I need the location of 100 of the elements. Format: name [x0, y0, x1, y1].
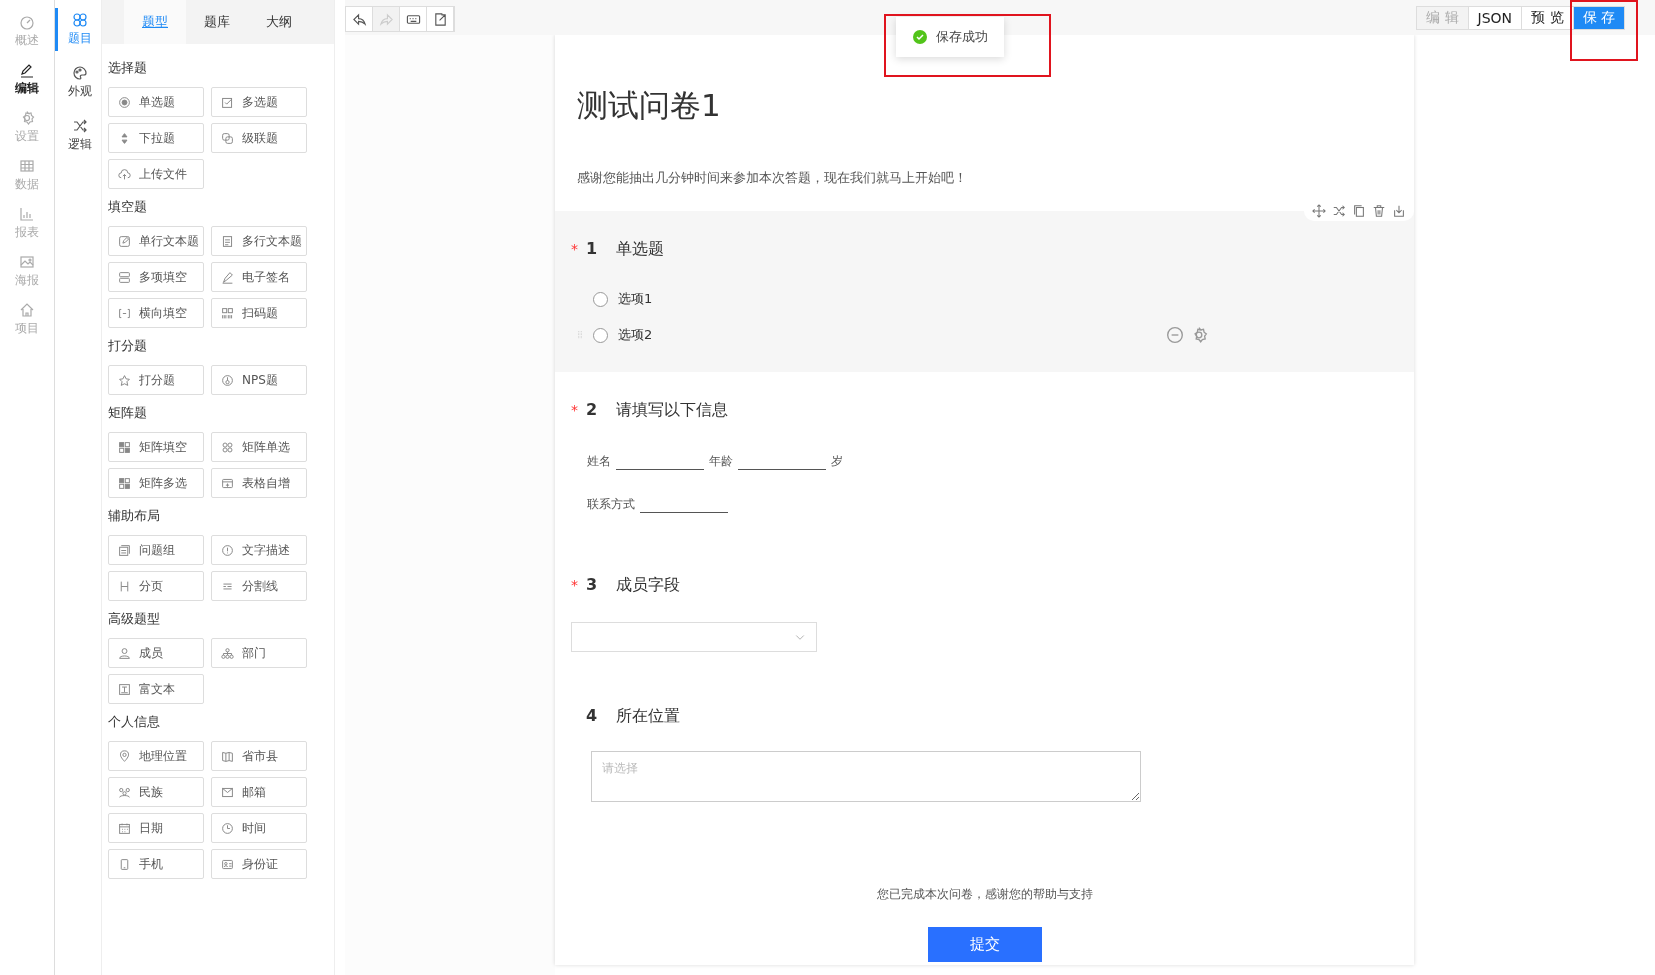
radio-button[interactable] — [593, 291, 608, 307]
question-type-button[interactable]: 级联题 — [211, 123, 307, 153]
pen-icon — [19, 62, 35, 78]
group-heading: 辅助布局 — [108, 507, 161, 525]
question-title: 所在位置 — [616, 706, 680, 727]
panel-tab[interactable]: 题库 — [186, 0, 248, 44]
bar-chart-icon — [19, 206, 35, 222]
question-type-button[interactable]: 省市县 — [211, 741, 307, 771]
option-label: 选项2 — [618, 326, 654, 344]
question-title: 成员字段 — [616, 575, 680, 596]
question-type-button[interactable]: 单行文本题 — [108, 226, 204, 256]
question-type-button[interactable]: 日期 — [108, 813, 204, 843]
shuffle-icon — [1332, 204, 1346, 218]
option-label: 选项1 — [618, 290, 654, 308]
question-type-button[interactable]: 地理位置 — [108, 741, 204, 771]
document-icon — [221, 234, 234, 248]
dropdown-field[interactable] — [571, 622, 817, 652]
shuffle-icon — [71, 118, 88, 134]
question-type-button[interactable]: 部门 — [211, 638, 307, 668]
question-number: 3 — [586, 575, 599, 594]
question-number: 1 — [586, 239, 599, 258]
export-icon — [432, 11, 448, 27]
group-heading: 个人信息 — [108, 713, 161, 731]
user-icon — [118, 646, 131, 660]
copy-icon — [1352, 204, 1366, 218]
question-type-button[interactable]: 扫码题 — [211, 298, 307, 328]
dial-icon — [221, 373, 234, 387]
submit-button[interactable]: 提交 — [927, 927, 1042, 962]
radio-button[interactable] — [593, 327, 608, 343]
radio-icon — [118, 95, 131, 109]
question-number: 2 — [586, 400, 599, 419]
question-type-button[interactable]: 横向填空 — [108, 298, 204, 328]
drag-handle-icon — [575, 329, 585, 340]
field-label: 年龄 — [709, 453, 733, 470]
sub-nav-item[interactable]: 逻辑 — [55, 114, 101, 157]
question-number: 4 — [586, 706, 599, 725]
phone-icon — [118, 857, 131, 871]
required-mark: * — [571, 577, 578, 593]
grid-icon — [118, 476, 131, 490]
question-type-button[interactable]: 手机 — [108, 849, 204, 879]
star-icon — [118, 373, 131, 387]
question-type-button[interactable]: 上传文件 — [108, 159, 204, 189]
image-icon — [19, 254, 35, 270]
required-mark: * — [571, 241, 578, 257]
question-type-button[interactable]: 矩阵单选 — [211, 432, 307, 462]
bracket-icon — [118, 306, 131, 320]
stacked-rows-icon — [118, 270, 131, 284]
question-type-button[interactable]: 下拉题 — [108, 123, 204, 153]
pen-icon — [221, 270, 234, 284]
toast-message: 保存成功 — [936, 28, 988, 46]
question-type-button[interactable]: 分页 — [108, 571, 204, 601]
panel-tab[interactable]: 大纲 — [248, 0, 310, 44]
question-type-button[interactable]: 矩阵多选 — [108, 468, 204, 498]
survey-title: 测试问卷1 — [577, 86, 721, 125]
palette-icon — [71, 65, 88, 81]
field-label: 岁 — [831, 453, 843, 470]
people-icon — [118, 785, 131, 799]
question-type-button[interactable]: 文字描述 — [211, 535, 307, 565]
sort-arrows-icon — [118, 131, 131, 145]
question-type-button[interactable]: 邮箱 — [211, 777, 307, 807]
edit-icon — [118, 234, 131, 248]
clock-icon — [221, 821, 234, 835]
action-button[interactable]: 预 览 — [1522, 7, 1574, 29]
survey-description: 感谢您能抽出几分钟时间来参加本次答题，现在我们就马上开始吧！ — [576, 169, 968, 187]
question-type-button[interactable]: 成员 — [108, 638, 204, 668]
page-break-icon — [118, 579, 131, 593]
required-mark: * — [571, 402, 578, 418]
group-heading: 打分题 — [108, 337, 148, 355]
sub-nav-item[interactable]: 外观 — [55, 61, 101, 104]
move-icon — [1312, 204, 1326, 218]
question-type-button[interactable]: 打分题 — [108, 365, 204, 395]
question-type-button[interactable]: 身份证 — [211, 849, 307, 879]
id-card-icon — [221, 857, 234, 871]
question-type-button[interactable]: 时间 — [211, 813, 307, 843]
highlight-frame — [1570, 0, 1638, 61]
trash-icon — [1372, 204, 1386, 218]
action-button[interactable]: JSON — [1468, 7, 1523, 29]
question-type-button[interactable]: 电子签名 — [211, 262, 307, 292]
input-field[interactable]: 请选择 — [591, 751, 1141, 802]
question-type-button[interactable]: 表格自增 — [211, 468, 307, 498]
group-heading: 矩阵题 — [108, 404, 148, 422]
question-type-button[interactable]: 矩阵填空 — [108, 432, 204, 462]
calendar-icon — [118, 821, 131, 835]
question-type-button[interactable]: 问题组 — [108, 535, 204, 565]
nav-item[interactable]: 编辑 — [15, 62, 39, 97]
question-type-button[interactable]: 民族 — [108, 777, 204, 807]
panel-tab[interactable]: 题型 — [124, 0, 186, 44]
mail-icon — [221, 785, 234, 799]
group-heading: 填空题 — [108, 198, 148, 216]
question-type-button[interactable]: 多项填空 — [108, 262, 204, 292]
redo-icon — [378, 11, 394, 27]
rich-text-icon — [118, 682, 131, 696]
question-type-button[interactable]: 分割线 — [211, 571, 307, 601]
home-icon — [19, 302, 35, 318]
question-type-button[interactable]: 多行文本题 — [211, 226, 307, 256]
question-type-button[interactable]: NPS题 — [211, 365, 307, 395]
question-type-button[interactable]: 多选题 — [211, 87, 307, 117]
question-type-button[interactable]: 富文本 — [108, 674, 204, 704]
question-type-button[interactable]: 单选题 — [108, 87, 204, 117]
stacked-pages-icon — [118, 543, 131, 557]
